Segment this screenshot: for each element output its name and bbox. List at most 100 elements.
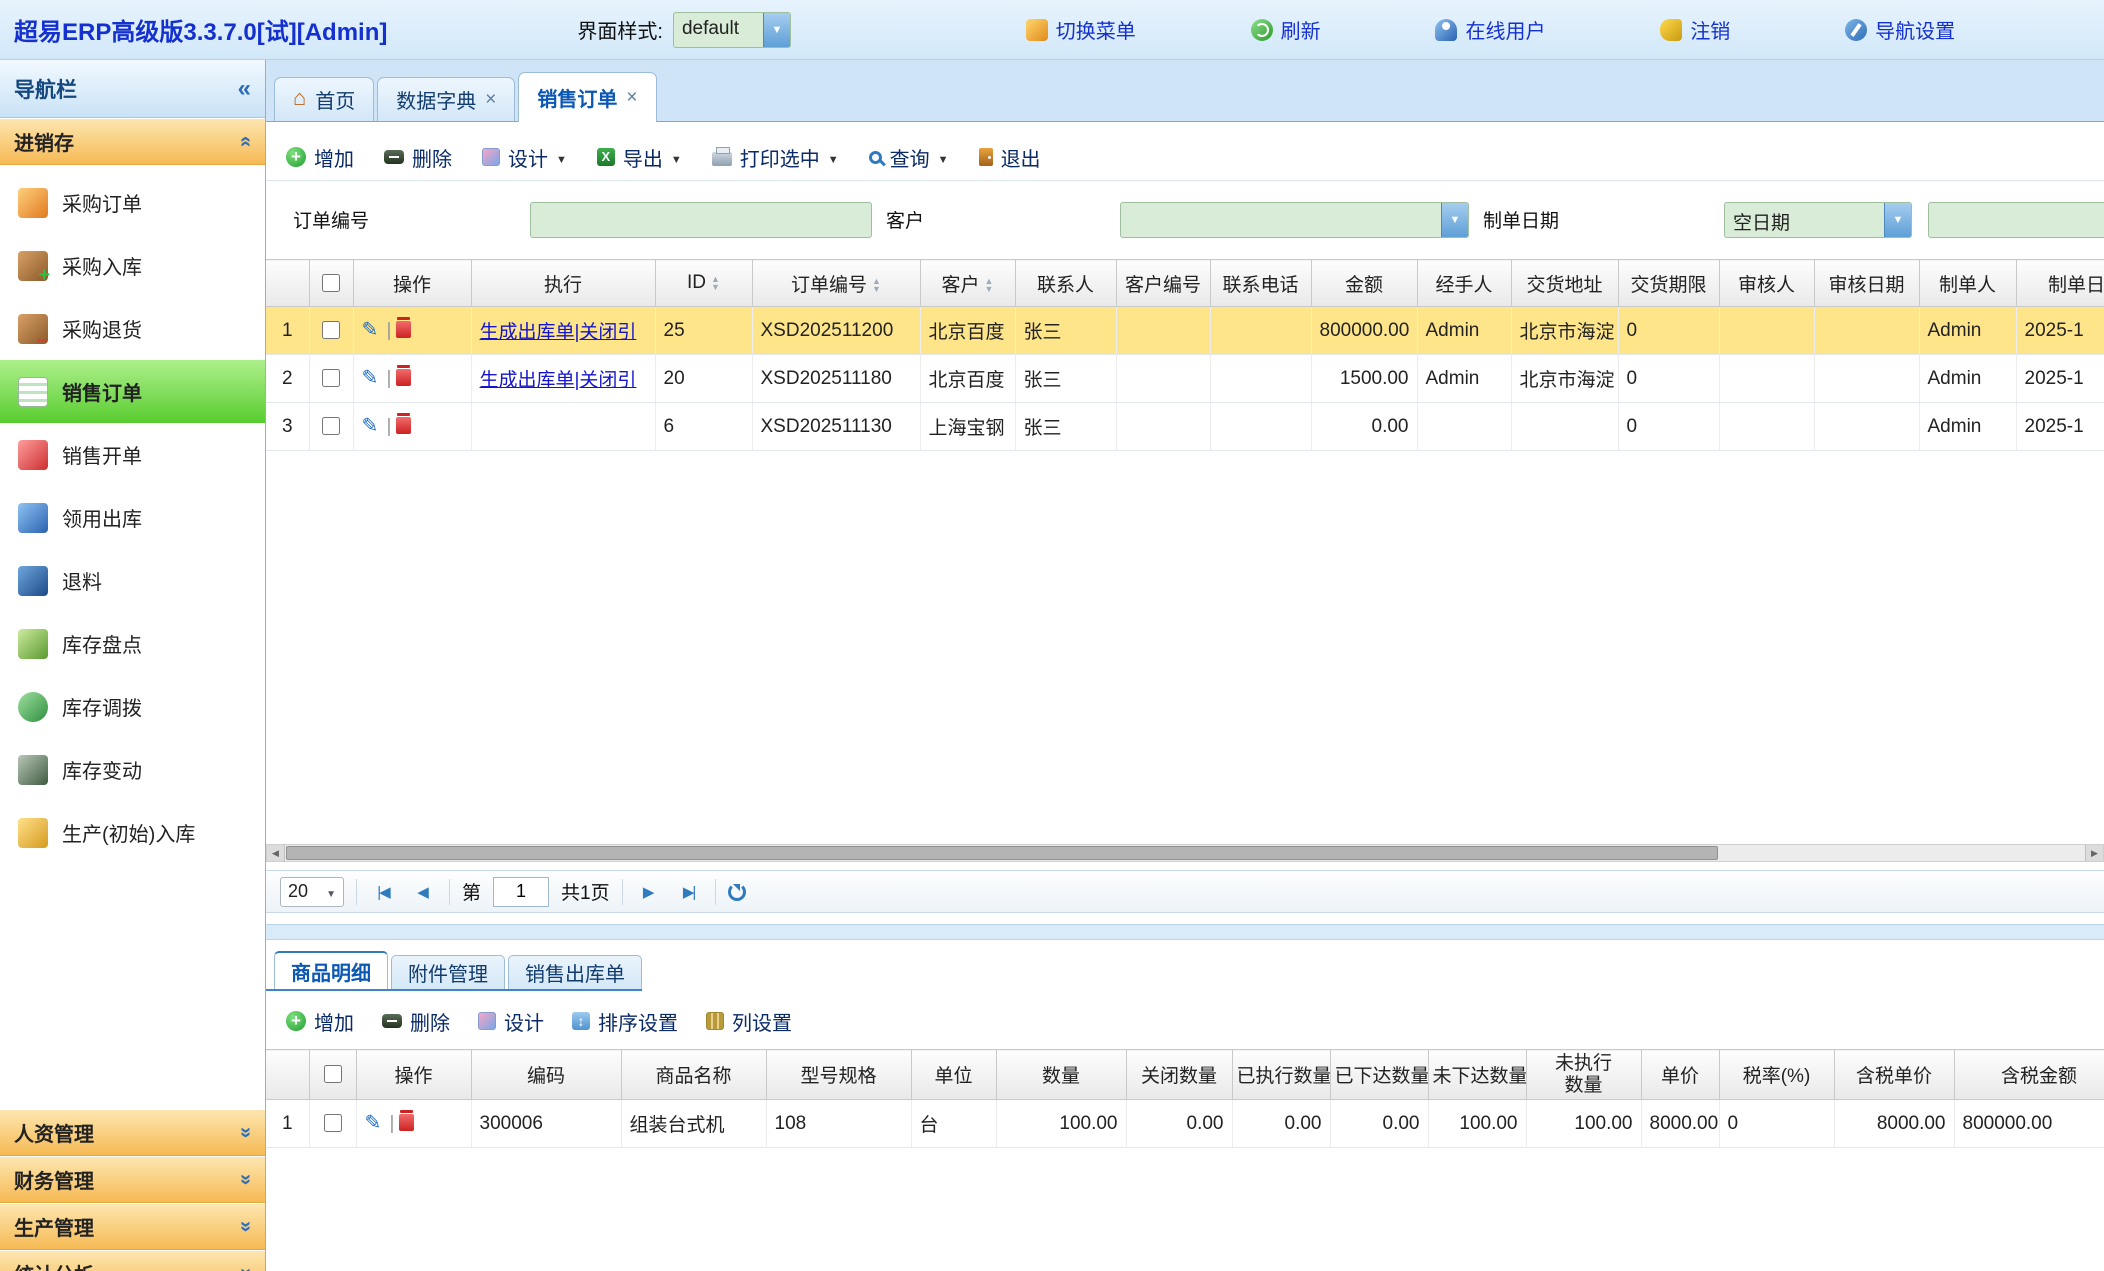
sidebar-section-inventory[interactable]: 进销存 bbox=[0, 118, 265, 165]
page-number-input[interactable] bbox=[493, 877, 549, 907]
generate-outbound-link[interactable]: 生成出库单|关闭引 bbox=[480, 370, 637, 391]
sidebar-item-purchase-inbound[interactable]: 采购入库 bbox=[0, 234, 265, 297]
detail-delete-button[interactable]: 删除 bbox=[382, 1007, 450, 1036]
sidebar-item-stock-count[interactable]: 库存盘点 bbox=[0, 612, 265, 675]
select-all-checkbox[interactable] bbox=[324, 1065, 342, 1083]
close-icon[interactable] bbox=[485, 89, 496, 111]
sidebar-item-sales-billing[interactable]: 销售开单 bbox=[0, 423, 265, 486]
date-input[interactable] bbox=[1928, 202, 2104, 238]
online-users-button[interactable]: 在线用户 bbox=[1435, 15, 1545, 44]
detail-add-button[interactable]: 增加 bbox=[286, 1007, 354, 1036]
chevron-down-icon[interactable] bbox=[938, 146, 949, 169]
sort-icon[interactable] bbox=[872, 277, 881, 293]
page-size-select[interactable]: 20 bbox=[280, 877, 344, 907]
tab-data-dictionary[interactable]: 数据字典 bbox=[377, 77, 515, 121]
chevron-down-icon[interactable] bbox=[556, 146, 567, 169]
tab-sales-outbound[interactable]: 销售出库单 bbox=[508, 955, 642, 989]
sidebar-item-stock-change[interactable]: 库存变动 bbox=[0, 738, 265, 801]
chevron-down-icon[interactable] bbox=[1884, 203, 1911, 237]
sidebar-collapse-icon[interactable]: « bbox=[238, 75, 251, 103]
order-row[interactable]: 3 | 6 XSD202511130 上海宝钢 张三 bbox=[266, 403, 2104, 451]
sort-icon[interactable] bbox=[985, 277, 994, 293]
purchase-return-icon bbox=[18, 314, 48, 344]
sidebar-section-production[interactable]: 生产管理 bbox=[0, 1203, 265, 1250]
grid-empty-area bbox=[266, 451, 2104, 844]
design-button[interactable]: 设计 bbox=[482, 143, 567, 172]
detail-design-button[interactable]: 设计 bbox=[478, 1007, 544, 1036]
sidebar-section-statistics[interactable]: 统计分析 bbox=[0, 1250, 265, 1271]
first-page-button[interactable] bbox=[369, 878, 397, 906]
sidebar-item-stock-transfer[interactable]: 库存调拨 bbox=[0, 675, 265, 738]
row-checkbox[interactable] bbox=[324, 1114, 342, 1132]
logout-button[interactable]: 注销 bbox=[1660, 15, 1730, 44]
splitter-band[interactable] bbox=[266, 924, 2104, 940]
delete-button[interactable]: 删除 bbox=[384, 143, 452, 172]
cell-unit: 台 bbox=[911, 1100, 996, 1148]
tab-product-detail[interactable]: 商品明细 bbox=[274, 951, 388, 989]
scrollbar-track[interactable] bbox=[1718, 845, 2085, 861]
query-button[interactable]: 查询 bbox=[869, 143, 949, 172]
trash-icon[interactable] bbox=[396, 417, 411, 434]
sidebar-item-production-inbound[interactable]: 生产(初始)入库 bbox=[0, 801, 265, 864]
scroll-left-button[interactable]: ◀ bbox=[267, 845, 285, 861]
reload-grid-icon[interactable] bbox=[728, 883, 746, 901]
col-code: 编码 bbox=[471, 1050, 621, 1100]
tab-home[interactable]: 首页 bbox=[274, 77, 374, 121]
horizontal-scrollbar[interactable]: ◀ ▶ bbox=[266, 844, 2104, 862]
sidebar-item-purchase-order[interactable]: 采购订单 bbox=[0, 171, 265, 234]
scrollbar-thumb[interactable] bbox=[286, 846, 1718, 860]
select-all-checkbox[interactable] bbox=[322, 274, 340, 292]
print-selected-button[interactable]: 打印选中 bbox=[712, 143, 839, 172]
row-checkbox[interactable] bbox=[322, 417, 340, 435]
column-settings-button[interactable]: 列设置 bbox=[706, 1007, 792, 1036]
sidebar-section-hr[interactable]: 人资管理 bbox=[0, 1109, 265, 1156]
last-page-button[interactable] bbox=[675, 878, 703, 906]
sidebar-item-purchase-return[interactable]: 采购退货 bbox=[0, 297, 265, 360]
cell-phone bbox=[1210, 307, 1311, 355]
switch-menu-button[interactable]: 切换菜单 bbox=[1026, 15, 1136, 44]
row-checkbox[interactable] bbox=[322, 321, 340, 339]
nav-settings-button[interactable]: 导航设置 bbox=[1845, 15, 1955, 44]
order-no-input[interactable] bbox=[530, 202, 872, 238]
chevron-down-icon[interactable] bbox=[671, 146, 682, 169]
trash-icon[interactable] bbox=[399, 1114, 414, 1131]
sidebar-section-finance[interactable]: 财务管理 bbox=[0, 1156, 265, 1203]
sidebar-item-material-return[interactable]: 退料 bbox=[0, 549, 265, 612]
sort-icon[interactable] bbox=[711, 275, 720, 291]
order-row[interactable]: 1 | 生成出库单|关闭引 25 XSD202511200 北京百度 张三 bbox=[266, 307, 2104, 355]
chevron-down-icon[interactable] bbox=[1441, 203, 1468, 237]
row-checkbox[interactable] bbox=[322, 369, 340, 387]
edit-icon[interactable] bbox=[365, 1112, 385, 1134]
add-button[interactable]: 增加 bbox=[286, 143, 354, 172]
customer-select[interactable] bbox=[1120, 202, 1469, 238]
cell-address: 北京市海淀 bbox=[1511, 307, 1618, 355]
col-id[interactable]: ID bbox=[655, 260, 752, 307]
chevron-down-icon[interactable] bbox=[828, 146, 839, 169]
close-icon[interactable] bbox=[626, 87, 637, 109]
sidebar-item-requisition-outbound[interactable]: 领用出库 bbox=[0, 486, 265, 549]
refresh-button[interactable]: 刷新 bbox=[1251, 15, 1321, 44]
trash-icon[interactable] bbox=[396, 321, 411, 338]
exit-button[interactable]: 退出 bbox=[979, 143, 1041, 172]
col-order-no[interactable]: 订单编号 bbox=[752, 260, 920, 307]
edit-icon[interactable] bbox=[362, 319, 382, 341]
chevron-down-icon[interactable] bbox=[763, 13, 790, 47]
prev-page-button[interactable] bbox=[409, 878, 437, 906]
trash-icon[interactable] bbox=[396, 369, 411, 386]
order-row[interactable]: 2 | 生成出库单|关闭引 20 XSD202511180 北京百度 张三 bbox=[266, 355, 2104, 403]
sidebar-item-sales-order[interactable]: 销售订单 bbox=[0, 360, 265, 423]
export-button[interactable]: 导出 bbox=[597, 143, 682, 172]
execute-cell bbox=[471, 403, 655, 451]
edit-icon[interactable] bbox=[362, 367, 382, 389]
sort-settings-button[interactable]: 排序设置 bbox=[572, 1007, 678, 1036]
tab-attachments[interactable]: 附件管理 bbox=[391, 955, 505, 989]
scroll-right-button[interactable]: ▶ bbox=[2085, 845, 2103, 861]
next-page-button[interactable] bbox=[635, 878, 663, 906]
date-type-select[interactable]: 空日期 bbox=[1724, 202, 1912, 238]
edit-icon[interactable] bbox=[362, 415, 382, 437]
tab-sales-order[interactable]: 销售订单 bbox=[518, 72, 656, 122]
style-select[interactable]: default bbox=[673, 12, 791, 48]
detail-row[interactable]: 1 | 300006 组装台式机 108 台 100.00 0.00 bbox=[266, 1100, 2104, 1148]
col-customer[interactable]: 客户 bbox=[920, 260, 1015, 307]
generate-outbound-link[interactable]: 生成出库单|关闭引 bbox=[480, 322, 637, 343]
